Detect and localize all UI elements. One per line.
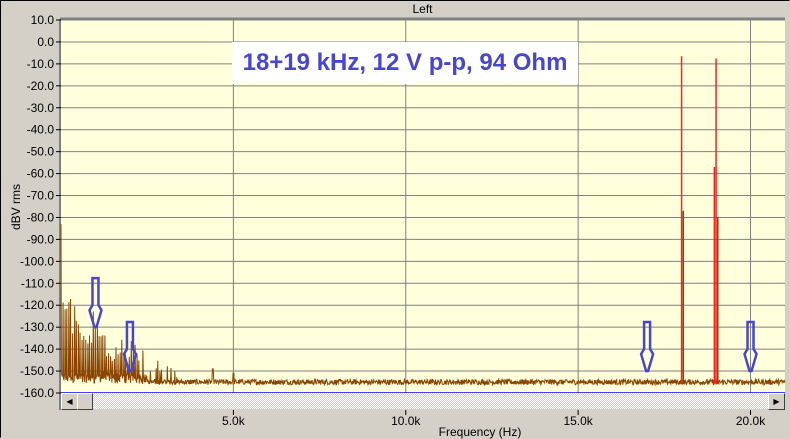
scroll-left-button[interactable]: ◀ [61, 393, 78, 410]
scroll-thumb[interactable] [77, 393, 93, 410]
y-tick-label: -30.0 [27, 101, 55, 115]
y-tick-label: -110.0 [21, 276, 54, 290]
y-axis-label: dBV rms [9, 184, 23, 231]
y-tick-label: 0.0 [37, 35, 54, 49]
x-tick-label: 5.0k [222, 414, 246, 428]
y-tick-label: -90.0 [27, 232, 55, 246]
y-tick-label: -10.0 [27, 57, 55, 71]
y-tick-label: -50.0 [27, 145, 55, 159]
y-tick-label: -130.0 [20, 320, 54, 334]
x-tick-label: 20.0k [736, 414, 766, 428]
y-tick-label: -20.0 [27, 79, 55, 93]
y-tick-label: -60.0 [27, 167, 55, 181]
y-tick-label: -100.0 [20, 254, 54, 268]
y-tick-label: -80.0 [27, 210, 55, 224]
y-tick-label: -150.0 [20, 364, 54, 378]
y-tick-label: 10.0 [31, 13, 55, 27]
y-tick-label: -120.0 [20, 298, 54, 312]
annotation-label: 18+19 kHz, 12 V p-p, 94 Ohm [232, 42, 578, 84]
y-tick-label: -160.0 [20, 386, 54, 400]
x-axis-label: Frequency (Hz) [438, 425, 522, 439]
y-tick-label: -70.0 [27, 189, 55, 203]
scroll-right-button[interactable]: ▶ [768, 393, 785, 410]
horizontal-scrollbar[interactable]: ◀ ▶ [61, 393, 785, 410]
y-tick-label: -40.0 [27, 123, 55, 137]
y-tick-label: -140.0 [20, 342, 54, 356]
